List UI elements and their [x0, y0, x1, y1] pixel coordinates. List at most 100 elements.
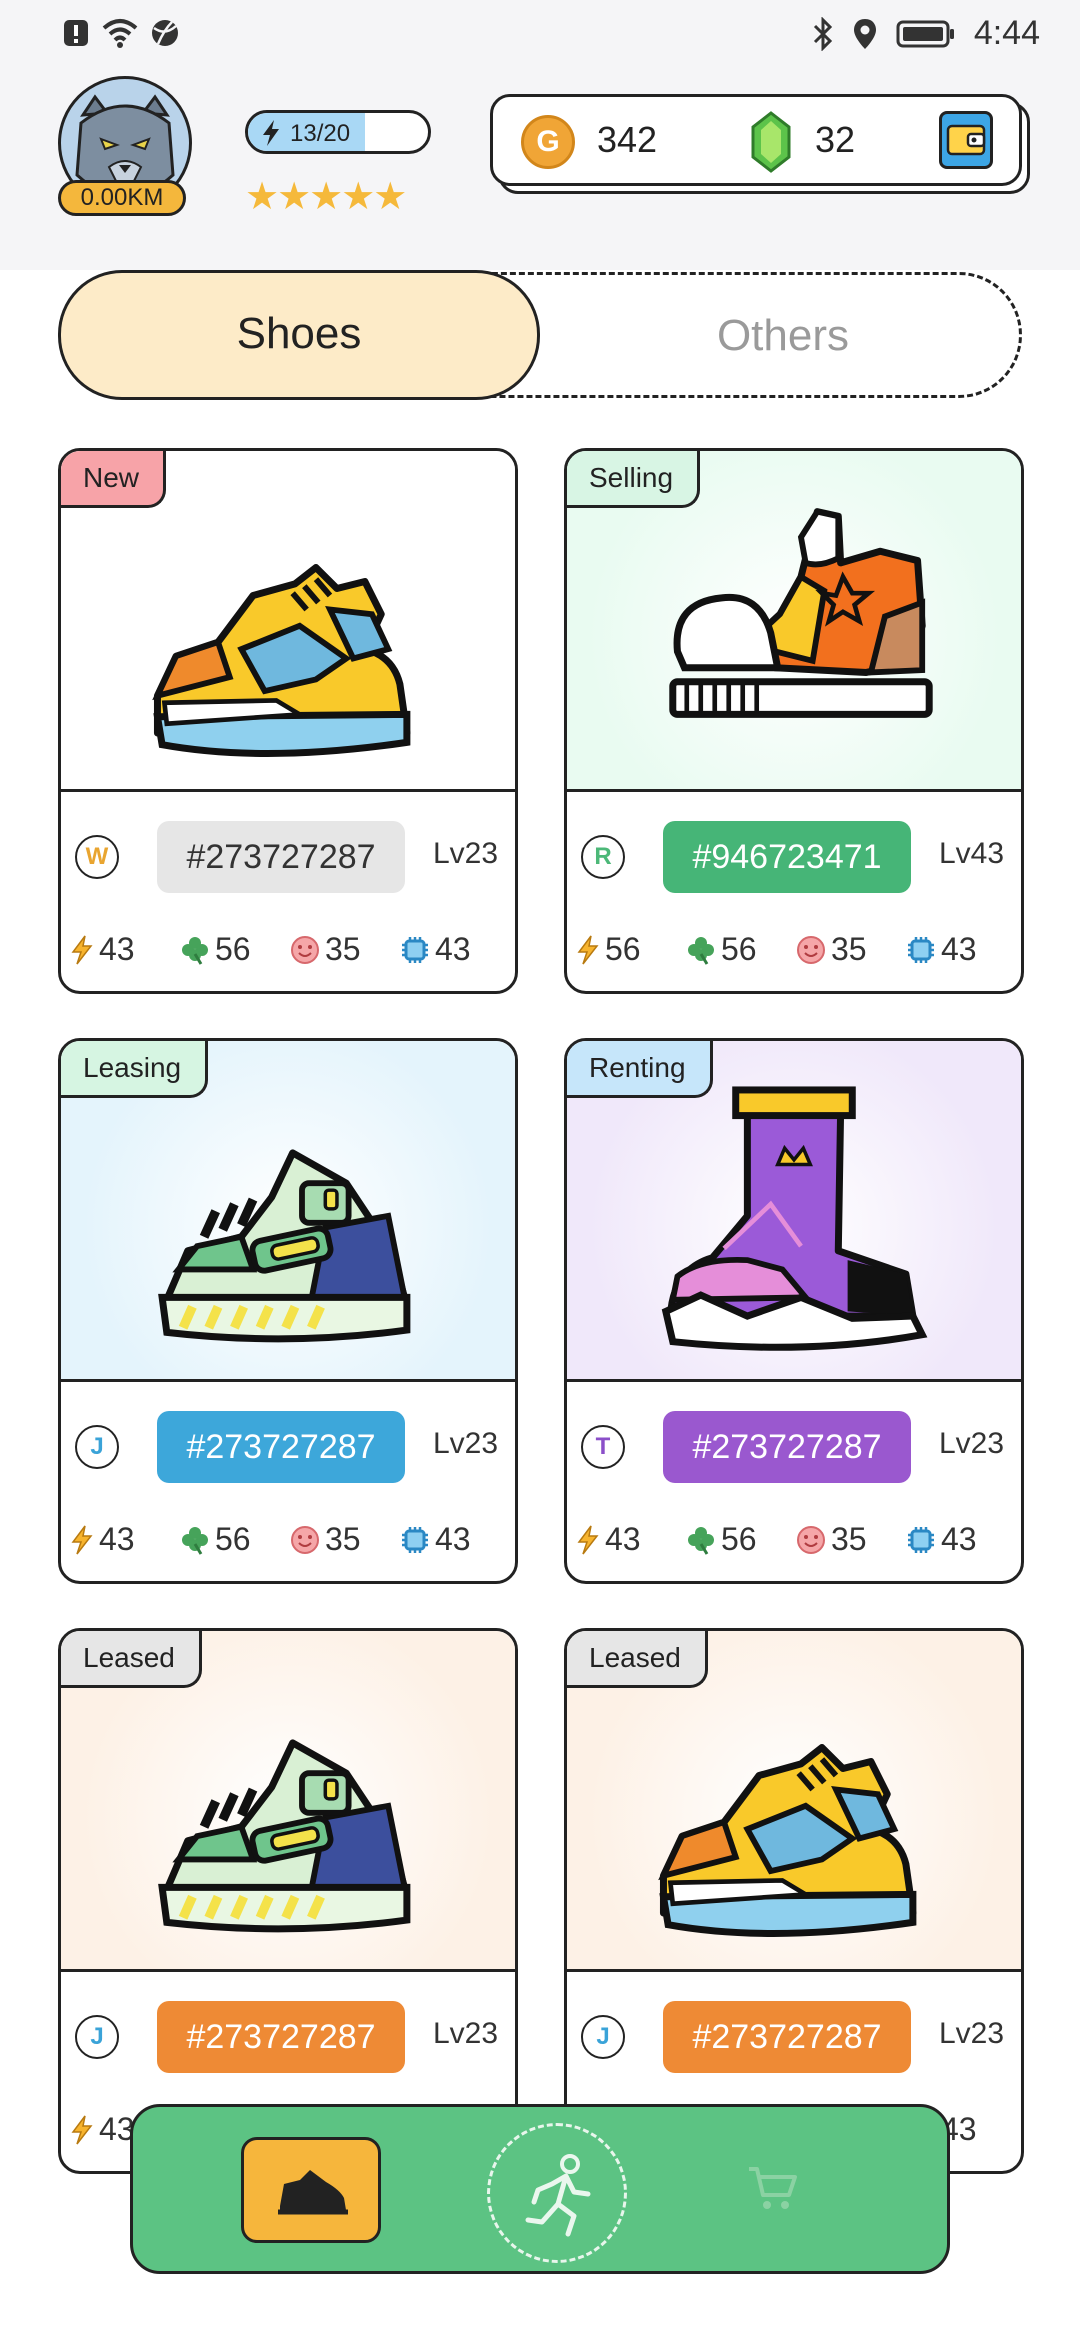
shoe-level: Lv23 — [433, 1427, 499, 1460]
stat-value: 56 — [721, 931, 757, 967]
category-tabs: Others Shoes — [58, 270, 1022, 400]
stat-item: 35 — [795, 931, 905, 968]
stat-item: 56 — [179, 1521, 289, 1558]
chip-icon — [908, 936, 934, 963]
status-bar: 4:44 — [0, 0, 1080, 74]
smile-icon — [291, 1525, 319, 1554]
stat-value: 43 — [941, 1521, 977, 1557]
card-status-tag: Leased — [61, 1631, 202, 1688]
shoe-level: Lv43 — [939, 837, 1005, 870]
clover-icon — [182, 1526, 208, 1555]
rarity-badge: J — [75, 1425, 119, 1469]
shoe-level: Lv23 — [433, 2017, 499, 2050]
lightning-icon — [263, 120, 279, 146]
rarity-badge: T — [581, 1425, 625, 1469]
clover-icon — [688, 936, 714, 965]
wallet-button[interactable] — [939, 111, 993, 169]
smile-icon — [797, 1525, 825, 1554]
card-status-tag: Leased — [567, 1631, 708, 1688]
profile-header: 0.00KM 13/20 ★★★★★ G 342 32 — [0, 74, 1080, 270]
stat-value: 43 — [605, 1521, 641, 1557]
stat-item: 43 — [905, 931, 1015, 968]
stat-value: 56 — [215, 1521, 251, 1557]
card-status-tag: Leasing — [61, 1041, 209, 1098]
shoe-id-badge: #273727287 — [157, 821, 405, 893]
lightning-icon — [71, 935, 93, 964]
rarity-badge: J — [581, 2015, 625, 2059]
stat-item: 56 — [575, 931, 685, 968]
clock: 4:44 — [973, 14, 1040, 52]
stat-value: 35 — [831, 931, 867, 967]
stat-item: 35 — [795, 1521, 905, 1558]
lightning-icon — [577, 1525, 599, 1554]
globe-icon — [152, 20, 178, 46]
stats-row: 43 56 35 43 — [575, 1521, 1015, 1558]
stat-value: 35 — [831, 1521, 867, 1557]
stat-item: 43 — [399, 1521, 509, 1558]
rarity-badge: W — [75, 835, 119, 879]
running-icon — [525, 2154, 591, 2237]
shoe-card[interactable]: Leasing J #273727287 Lv23 43 56 35 43 — [58, 1038, 518, 1584]
stat-item: 43 — [69, 1521, 179, 1558]
tab-others-label: Others — [716, 311, 849, 360]
smile-icon — [291, 935, 319, 964]
stat-value: 56 — [721, 1521, 757, 1557]
stat-value: 43 — [941, 931, 977, 967]
stat-value: 35 — [325, 931, 361, 967]
stat-item: 56 — [179, 931, 289, 968]
shoe-level: Lv23 — [939, 1427, 1005, 1460]
stat-value: 56 — [215, 931, 251, 967]
shoe-id-badge: #273727287 — [663, 2001, 911, 2073]
rarity-badge: J — [75, 2015, 119, 2059]
wallet-panel[interactable]: G 342 32 — [490, 94, 1022, 186]
coin-icon: G — [521, 115, 575, 169]
tab-shoes[interactable]: Shoes — [58, 270, 540, 400]
distance-badge: 0.00KM — [58, 180, 186, 216]
chip-icon — [402, 936, 428, 963]
shoe-card[interactable]: Renting T #273727287 Lv23 43 56 35 43 — [564, 1038, 1024, 1584]
shoe-id-badge: #946723471 — [663, 821, 911, 893]
bottom-nav — [130, 2104, 950, 2274]
chip-icon — [908, 1526, 934, 1553]
lightning-icon — [577, 935, 599, 964]
smile-icon — [797, 935, 825, 964]
star-rating: ★★★★★ — [245, 176, 407, 218]
rarity-badge: R — [581, 835, 625, 879]
stat-value: 43 — [99, 1521, 135, 1557]
clover-icon — [182, 936, 208, 965]
stat-value: 56 — [605, 931, 641, 967]
cart-icon[interactable] — [745, 2163, 801, 2215]
stat-item: 35 — [289, 931, 399, 968]
stat-item: 43 — [399, 931, 509, 968]
shoe-card[interactable]: Leased J #273727287 Lv23 43563543 — [564, 1628, 1024, 2174]
stat-item: 35 — [289, 1521, 399, 1558]
stat-item: 56 — [685, 931, 795, 968]
stat-item: 43 — [69, 931, 179, 968]
stat-value: 35 — [325, 1521, 361, 1557]
alert-icon — [64, 20, 88, 46]
nav-shoes-button[interactable] — [241, 2137, 381, 2243]
shoe-id-badge: #273727287 — [663, 1411, 911, 1483]
nav-run-button[interactable] — [487, 2123, 627, 2263]
shoe-level: Lv23 — [939, 2017, 1005, 2050]
stat-item: 56 — [685, 1521, 795, 1558]
shoe-card[interactable]: Leased J #273727287 Lv23 43563543 — [58, 1628, 518, 2174]
shoe-card[interactable]: New W #273727287 Lv23 43 56 35 43 — [58, 448, 518, 994]
gem-balance: 32 — [815, 119, 856, 160]
wifi-icon — [102, 19, 138, 48]
shoe-id-badge: #273727287 — [157, 2001, 405, 2073]
battery-icon — [896, 20, 954, 47]
stat-item: 43 — [575, 1521, 685, 1558]
shoe-icon — [278, 2170, 348, 2215]
shoe-id-badge: #273727287 — [157, 1411, 405, 1483]
stat-value: 43 — [99, 931, 135, 967]
card-status-tag: Selling — [567, 451, 701, 508]
shoe-card[interactable]: Selling R #946723471 Lv43 56 56 35 43 — [564, 448, 1024, 994]
stats-row: 56 56 35 43 — [575, 931, 1015, 968]
location-icon — [853, 18, 876, 49]
stat-value: 43 — [435, 1521, 471, 1557]
stats-row: 43 56 35 43 — [69, 1521, 509, 1558]
stat-value: 43 — [435, 931, 471, 967]
bluetooth-icon — [813, 16, 832, 51]
energy-text: 13/20 — [290, 120, 351, 147]
